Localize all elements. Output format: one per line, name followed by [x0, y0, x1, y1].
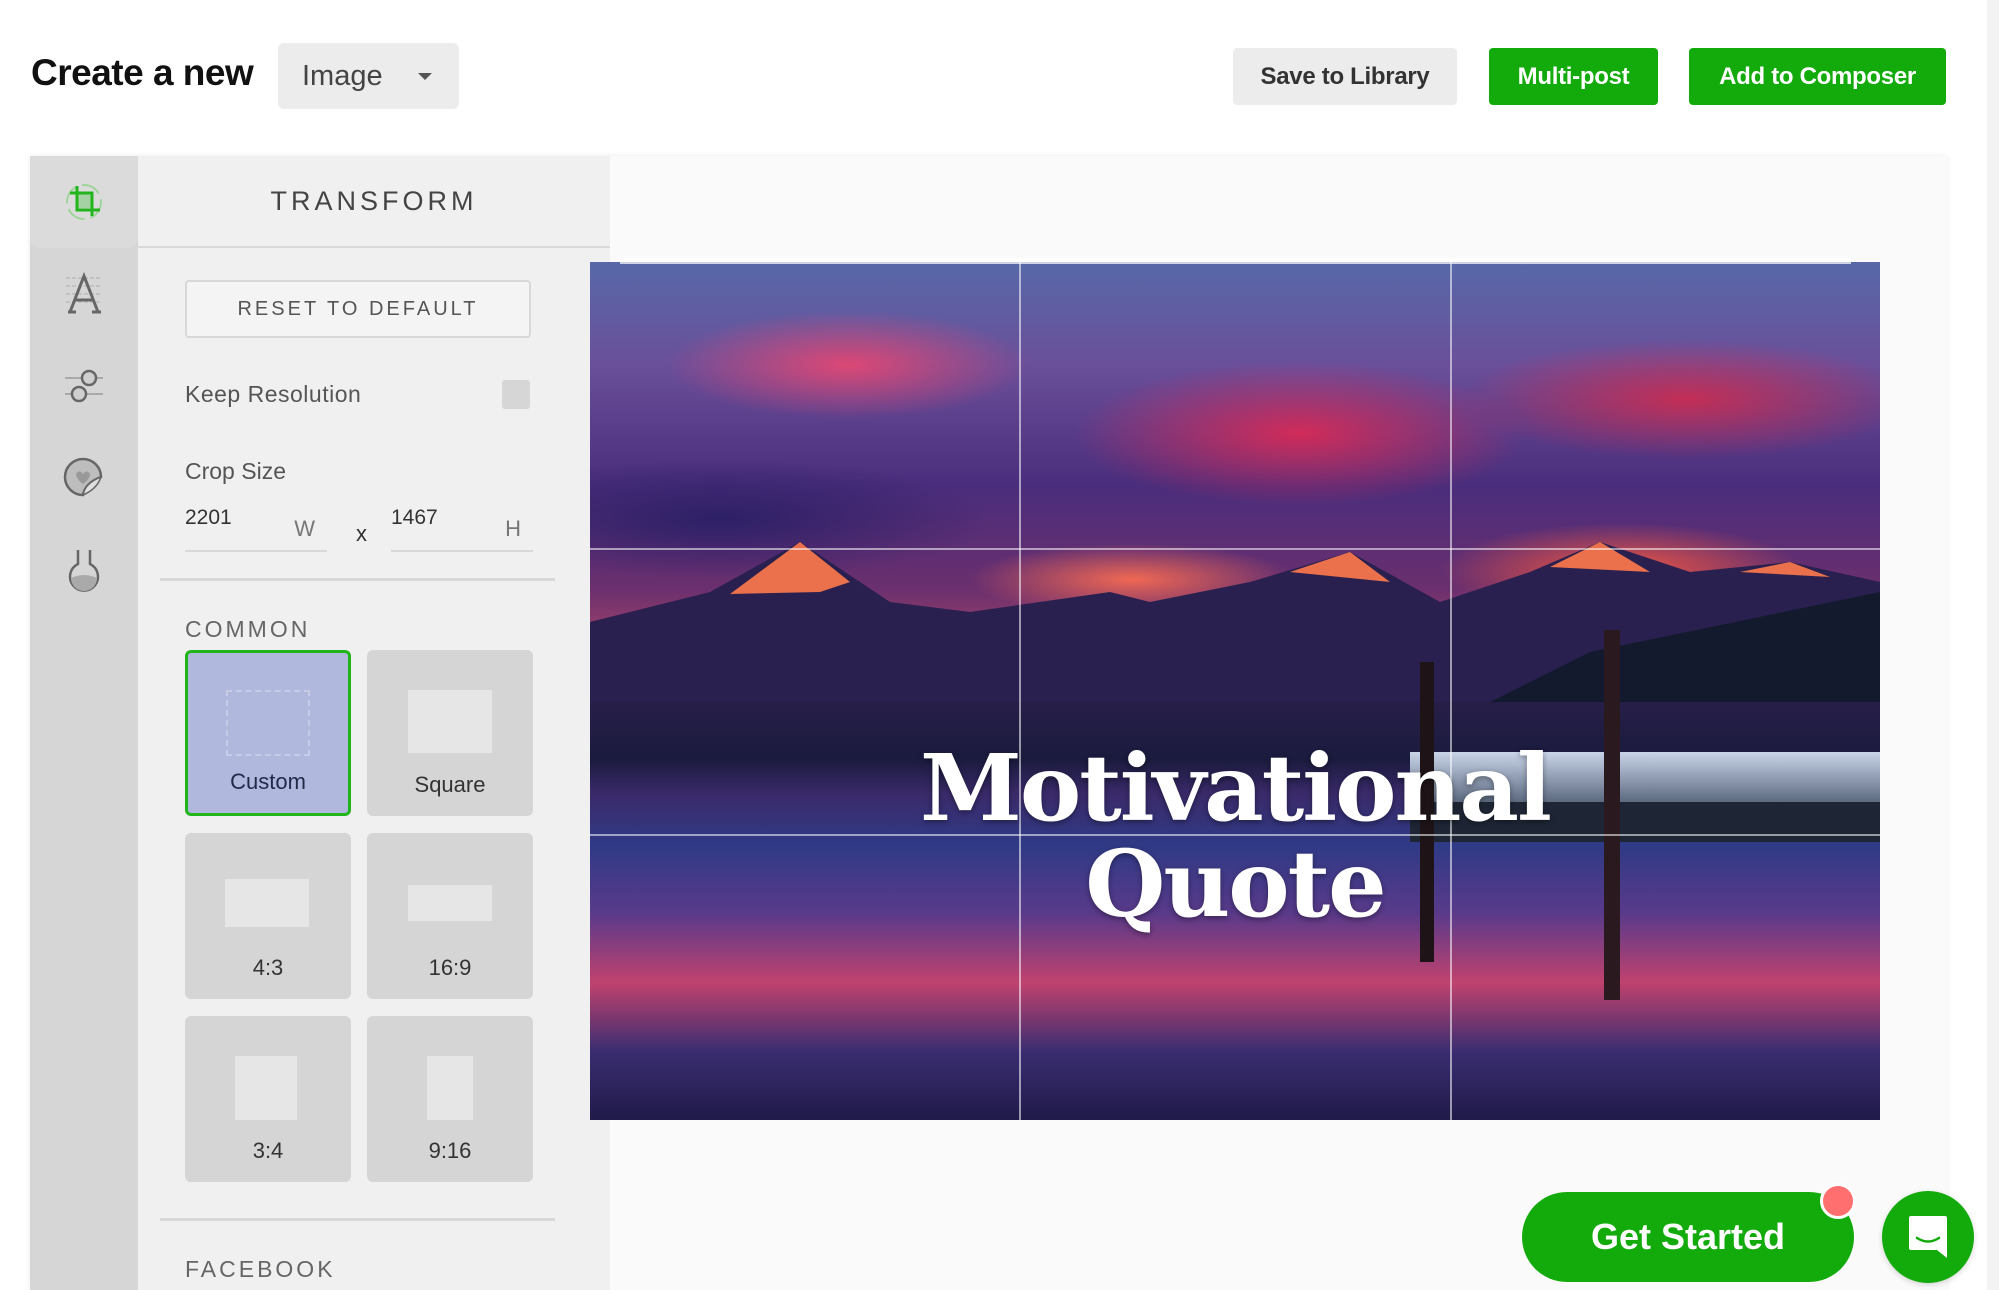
tool-rail	[30, 156, 138, 1290]
crop-width-value: 2201	[185, 506, 232, 529]
preset-label: Custom	[230, 769, 306, 794]
transform-panel: TRANSFORM RESET TO DEFAULT Keep Resoluti…	[138, 156, 610, 1290]
crop-grid-line	[1450, 262, 1452, 1120]
preset-4-3-shape	[225, 879, 309, 927]
chevron-down-icon	[418, 73, 432, 80]
section-label-facebook: FACEBOOK	[185, 1256, 336, 1282]
preset-4-3[interactable]: 4:3	[185, 833, 351, 999]
quote-text[interactable]: Motivational Quote	[590, 740, 1880, 932]
preset-square-shape	[408, 690, 492, 753]
sliders-icon	[65, 369, 103, 403]
dimension-separator: x	[356, 521, 367, 546]
preset-16-9[interactable]: 16:9	[367, 833, 533, 999]
crop-grid-line	[590, 548, 1880, 550]
keep-resolution-label: Keep Resolution	[185, 381, 362, 407]
section-divider	[160, 1218, 555, 1221]
flask-icon	[68, 550, 100, 592]
mountain-silhouette	[590, 542, 1880, 702]
preset-label: 16:9	[428, 955, 472, 980]
notification-badge	[1820, 1183, 1856, 1219]
crop-grid-line	[1019, 262, 1021, 1120]
chat-icon	[1909, 1216, 1947, 1258]
preset-label: Square	[414, 772, 486, 797]
save-to-library-button[interactable]: Save to Library	[1233, 48, 1457, 105]
reset-to-default-button[interactable]: RESET TO DEFAULT	[185, 280, 531, 338]
preset-custom-shape	[226, 690, 310, 756]
panel-title: TRANSFORM	[138, 156, 610, 248]
crop-width-unit: W	[294, 516, 315, 541]
crop-width-input[interactable]: 2201 W	[185, 504, 327, 552]
preset-9-16-shape	[427, 1056, 473, 1120]
crop-height-input[interactable]: 1467 H	[391, 504, 533, 552]
preset-16-9-shape	[408, 885, 492, 921]
quote-line-2: Quote	[1085, 830, 1386, 938]
page-title: Create a new	[31, 52, 254, 93]
get-started-button[interactable]: Get Started	[1522, 1192, 1854, 1282]
page-scrollbar[interactable]	[1987, 0, 1999, 1290]
tool-transform[interactable]	[30, 156, 138, 248]
preset-custom[interactable]: Custom	[185, 650, 351, 816]
content-type-dropdown[interactable]: Image	[278, 43, 459, 109]
crop-handle-top[interactable]	[620, 258, 1851, 264]
quote-line-1: Motivational	[920, 734, 1552, 842]
preset-label: 3:4	[252, 1138, 284, 1163]
text-icon	[66, 272, 102, 314]
section-divider	[160, 578, 555, 581]
preset-label: 9:16	[428, 1138, 472, 1163]
crop-icon	[66, 184, 102, 220]
tool-stickers[interactable]	[30, 432, 138, 524]
crop-height-unit: H	[505, 516, 521, 541]
preset-3-4-shape	[235, 1056, 297, 1120]
keep-resolution-checkbox[interactable]	[502, 380, 530, 409]
section-label-common: COMMON	[185, 616, 311, 642]
preset-label: 4:3	[252, 955, 284, 980]
tool-filters[interactable]	[30, 524, 138, 616]
preset-square[interactable]: Square	[367, 650, 533, 816]
add-to-composer-button[interactable]: Add to Composer	[1689, 48, 1946, 105]
content-type-selected: Image	[302, 59, 383, 92]
multi-post-button[interactable]: Multi-post	[1489, 48, 1658, 105]
tool-text[interactable]	[30, 248, 138, 340]
crop-size-label: Crop Size	[185, 458, 286, 484]
sticker-icon	[63, 457, 103, 497]
crop-height-value: 1467	[391, 506, 438, 529]
tool-adjust[interactable]	[30, 340, 138, 432]
canvas-image[interactable]	[590, 262, 1880, 1120]
preset-9-16[interactable]: 9:16	[367, 1016, 533, 1182]
chat-button[interactable]	[1882, 1191, 1974, 1283]
preset-3-4[interactable]: 3:4	[185, 1016, 351, 1182]
